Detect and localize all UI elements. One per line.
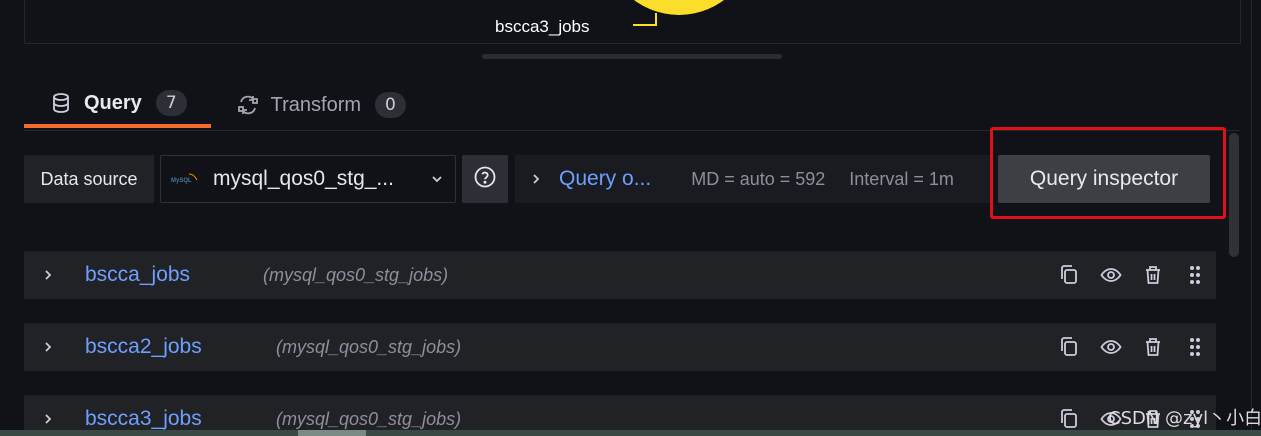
watermark: CSDN @zyl丶小白 bbox=[1108, 408, 1261, 429]
chevron-right-icon[interactable] bbox=[24, 268, 72, 282]
query-datasource: (mysql_qos0_stg_jobs) bbox=[263, 264, 449, 285]
question-circle-icon bbox=[473, 165, 497, 193]
query-datasource: (mysql_qos0_stg_jobs) bbox=[276, 408, 462, 429]
visualization-panel: bscca3_jobs bbox=[24, 0, 1241, 44]
query-row[interactable]: bscca2_jobs (mysql_qos0_stg_jobs) bbox=[24, 323, 1216, 371]
vertical-scrollbar-thumb[interactable] bbox=[1229, 133, 1239, 257]
database-icon bbox=[50, 92, 72, 114]
query-options-bar[interactable]: Query o... MD = auto = 592 Interval = 1m bbox=[515, 155, 990, 203]
tab-query[interactable]: Query 7 bbox=[24, 82, 211, 128]
query-name[interactable]: bscca2_jobs bbox=[85, 335, 202, 359]
query-row-actions bbox=[1058, 264, 1206, 286]
eye-icon[interactable] bbox=[1100, 264, 1122, 286]
data-source-picker[interactable]: MySQL mysql_qos0_stg_... bbox=[160, 155, 456, 203]
panel-resize-handle[interactable] bbox=[482, 54, 782, 59]
data-source-value: mysql_qos0_stg_... bbox=[213, 167, 394, 190]
interval-info: Interval = 1m bbox=[849, 168, 954, 189]
pie-slice bbox=[604, 0, 754, 15]
data-source-help-button[interactable] bbox=[462, 155, 508, 203]
editor-tabs: Query 7 Transform 0 bbox=[24, 82, 430, 130]
data-source-label: Data source bbox=[24, 155, 154, 203]
query-row[interactable]: bscca_jobs (mysql_qos0_stg_jobs) bbox=[24, 251, 1216, 299]
chevron-down-icon bbox=[419, 174, 455, 184]
legend-leader-line bbox=[633, 13, 657, 26]
tab-query-count: 7 bbox=[155, 90, 187, 116]
tab-transform-count: 0 bbox=[375, 92, 406, 118]
max-data-points-info: MD = auto = 592 bbox=[691, 168, 826, 189]
transform-icon bbox=[237, 94, 259, 116]
tabs-divider bbox=[24, 130, 1240, 131]
horizontal-scrollbar[interactable] bbox=[0, 430, 1261, 436]
query-datasource: (mysql_qos0_stg_jobs) bbox=[276, 336, 462, 357]
query-options-title: Query o... bbox=[559, 167, 652, 190]
tab-query-label: Query bbox=[84, 91, 142, 114]
horizontal-scrollbar-thumb[interactable] bbox=[298, 430, 366, 436]
chevron-right-icon bbox=[531, 172, 541, 186]
tab-transform[interactable]: Transform 0 bbox=[211, 82, 430, 128]
trash-icon[interactable] bbox=[1142, 336, 1164, 358]
query-name[interactable]: bscca_jobs bbox=[85, 263, 190, 287]
svg-text:MySQL: MySQL bbox=[171, 178, 192, 184]
copy-icon[interactable] bbox=[1058, 408, 1080, 430]
drag-handle-icon[interactable] bbox=[1184, 264, 1206, 286]
drag-handle-icon[interactable] bbox=[1184, 336, 1206, 358]
chevron-right-icon[interactable] bbox=[24, 340, 72, 354]
chevron-right-icon[interactable] bbox=[24, 412, 72, 426]
eye-icon[interactable] bbox=[1100, 336, 1122, 358]
trash-icon[interactable] bbox=[1142, 264, 1164, 286]
right-divider bbox=[1251, 0, 1252, 436]
mysql-logo: MySQL bbox=[171, 171, 201, 187]
query-name[interactable]: bscca3_jobs bbox=[85, 407, 202, 431]
query-row-actions bbox=[1058, 336, 1206, 358]
tab-transform-label: Transform bbox=[270, 93, 362, 116]
pie-legend-label: bscca3_jobs bbox=[495, 17, 590, 36]
query-inspector-button[interactable]: Query inspector bbox=[998, 155, 1210, 203]
copy-icon[interactable] bbox=[1058, 264, 1080, 286]
copy-icon[interactable] bbox=[1058, 336, 1080, 358]
